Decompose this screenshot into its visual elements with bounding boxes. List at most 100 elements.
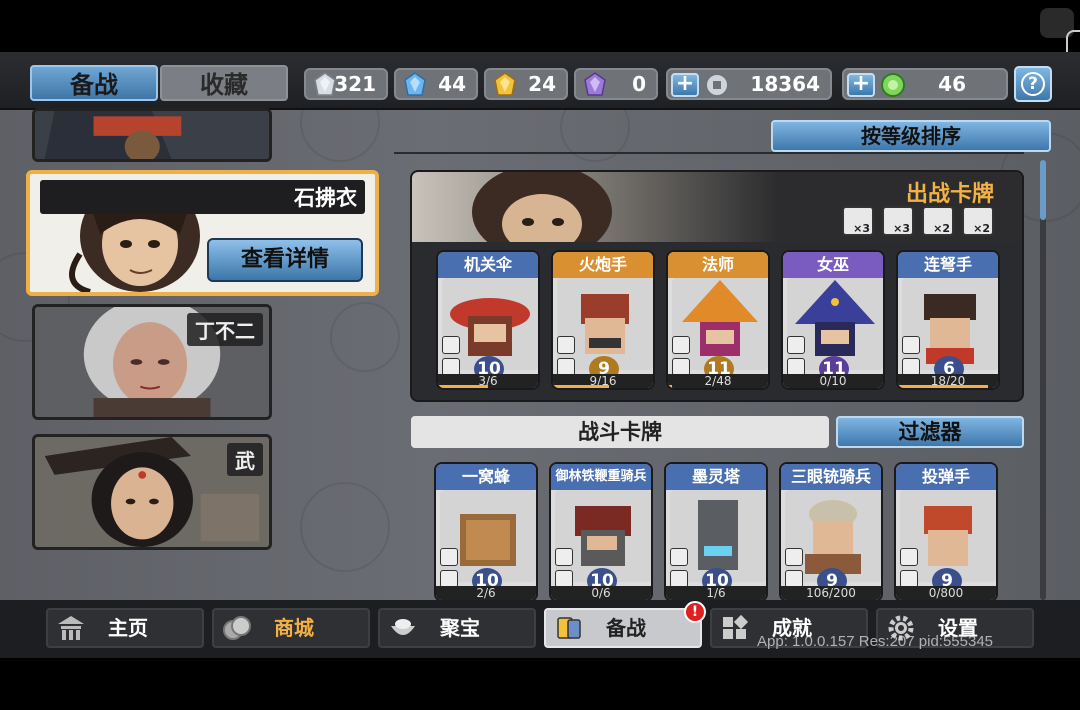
notification-badge: ! bbox=[684, 601, 706, 623]
coins-icon bbox=[223, 616, 251, 640]
resource-coins: + 18364 bbox=[666, 68, 832, 100]
battle-cards-header: 战斗卡牌 bbox=[411, 416, 829, 448]
add-coins-button[interactable]: + bbox=[671, 73, 699, 97]
gold-crystal-count: 24 bbox=[528, 72, 556, 96]
silver-crystal-count: 321 bbox=[334, 72, 376, 96]
purple-crystal-count: 0 bbox=[632, 72, 646, 96]
top-bar: 备战 收藏 321 44 24 0 + 18364 + 46 ? bbox=[0, 52, 1080, 110]
cost-badge: ×2 bbox=[922, 206, 954, 236]
blue-crystal-icon bbox=[404, 72, 426, 96]
card-progress: 1/6 bbox=[666, 586, 766, 600]
battle-card[interactable]: 三眼铳骑兵 9 106/200 bbox=[779, 462, 883, 602]
active-deck-panel: 出战卡牌 ×3 ×3 ×2 ×2 机关伞 10 3/6 火炮手 9 9/16 法… bbox=[410, 170, 1024, 402]
cost-badge: ×3 bbox=[842, 206, 874, 236]
deck-card[interactable]: 女巫 11 0/10 bbox=[781, 250, 885, 390]
hero-portrait bbox=[35, 111, 269, 159]
skill-icon bbox=[785, 548, 803, 566]
grid-icon bbox=[723, 614, 749, 639]
card-name: 女巫 bbox=[783, 252, 883, 278]
skill-icon bbox=[555, 548, 573, 566]
help-button[interactable]: ? bbox=[1014, 66, 1052, 102]
green-gem-icon bbox=[881, 73, 905, 97]
skill-icon bbox=[557, 336, 575, 354]
battle-card[interactable]: 御林铁鞭重骑兵 10 0/6 bbox=[549, 462, 653, 602]
filter-button[interactable]: 过滤器 bbox=[836, 416, 1024, 448]
card-name: 三眼铳骑兵 bbox=[781, 464, 881, 490]
card-progress-bar bbox=[553, 385, 609, 388]
battle-card[interactable]: 一窝蜂 10 2/6 bbox=[434, 462, 538, 602]
nav-shop[interactable]: 商城 bbox=[212, 608, 370, 648]
skill-icon bbox=[672, 336, 690, 354]
view-details-button[interactable]: 查看详情 bbox=[207, 238, 363, 282]
resource-silver-crystal: 321 bbox=[304, 68, 388, 100]
battle-card[interactable]: 投弹手 9 0/800 bbox=[894, 462, 998, 602]
resource-gems: + 46 bbox=[842, 68, 1008, 100]
hero-banner-art bbox=[472, 172, 612, 242]
nav-home[interactable]: 主页 bbox=[46, 608, 204, 648]
hero-card-selected[interactable]: 石拂衣 查看详情 bbox=[26, 170, 379, 296]
skill-icon bbox=[787, 336, 805, 354]
card-progress: 0/6 bbox=[551, 586, 651, 600]
card-progress: 2/6 bbox=[436, 586, 536, 600]
hero-card-partial[interactable] bbox=[32, 108, 272, 162]
active-deck-title: 出战卡牌 bbox=[905, 182, 994, 207]
skill-icon bbox=[902, 336, 920, 354]
treasure-bowl-icon bbox=[391, 619, 415, 635]
skill-icon bbox=[440, 548, 458, 566]
card-name: 法师 bbox=[668, 252, 768, 278]
nav-label: 商城 bbox=[274, 616, 314, 640]
cost-badge: ×2 bbox=[962, 206, 994, 236]
skill-icon bbox=[900, 548, 918, 566]
tab-prepare[interactable]: 备战 bbox=[30, 65, 158, 101]
deck-header: 出战卡牌 ×3 ×3 ×2 ×2 bbox=[412, 172, 1022, 242]
card-progress-bar bbox=[438, 385, 488, 388]
sort-by-level-button[interactable]: 按等级排序 bbox=[771, 120, 1051, 152]
gem-count: 46 bbox=[938, 72, 966, 96]
card-progress: 2/48 bbox=[668, 374, 768, 388]
deck-card[interactable]: 法师 11 2/48 bbox=[666, 250, 770, 390]
purple-crystal-icon bbox=[584, 72, 606, 96]
card-name: 一窝蜂 bbox=[436, 464, 536, 490]
help-icon: ? bbox=[1021, 72, 1045, 96]
coin-icon bbox=[705, 73, 729, 97]
hero-card[interactable]: 武 bbox=[32, 434, 272, 550]
card-name: 投弹手 bbox=[896, 464, 996, 490]
card-name: 连弩手 bbox=[898, 252, 998, 278]
add-gems-button[interactable]: + bbox=[847, 73, 875, 97]
card-name: 墨灵塔 bbox=[666, 464, 766, 490]
card-list-scrollbar[interactable] bbox=[1040, 160, 1046, 600]
deck-card[interactable]: 机关伞 10 3/6 bbox=[436, 250, 540, 390]
hero-card[interactable]: 丁不二 bbox=[32, 304, 272, 420]
resource-purple-crystal: 0 bbox=[574, 68, 658, 100]
blue-crystal-count: 44 bbox=[438, 72, 466, 96]
card-list-scroll-thumb[interactable] bbox=[1040, 160, 1046, 220]
card-progress-bar bbox=[898, 385, 988, 388]
version-info: App: 1.0.0.157 Res:207 pid:555345 bbox=[757, 633, 994, 650]
skill-icon bbox=[442, 336, 460, 354]
card-name: 机关伞 bbox=[438, 252, 538, 278]
temple-icon bbox=[58, 616, 84, 640]
card-progress-bar bbox=[668, 385, 672, 388]
resource-gold-crystal: 24 bbox=[484, 68, 568, 100]
card-progress: 106/200 bbox=[781, 586, 881, 600]
nav-label: 备战 bbox=[606, 616, 646, 640]
card-progress: 0/800 bbox=[896, 586, 996, 600]
tab-collection[interactable]: 收藏 bbox=[160, 65, 288, 101]
card-progress: 0/10 bbox=[783, 374, 883, 388]
card-name: 御林铁鞭重骑兵 bbox=[551, 464, 651, 490]
hero-name: 石拂衣 bbox=[40, 180, 365, 214]
nav-prepare[interactable]: 备战 bbox=[544, 608, 702, 648]
skill-icon bbox=[670, 548, 688, 566]
resource-blue-crystal: 44 bbox=[394, 68, 478, 100]
card-name: 火炮手 bbox=[553, 252, 653, 278]
nav-label: 主页 bbox=[108, 616, 148, 640]
cost-badge: ×3 bbox=[882, 206, 914, 236]
divider bbox=[394, 152, 1024, 154]
deck-card[interactable]: 火炮手 9 9/16 bbox=[551, 250, 655, 390]
cards-icon bbox=[557, 617, 581, 639]
deck-card[interactable]: 连弩手 6 18/20 bbox=[896, 250, 1000, 390]
battle-card[interactable]: 墨灵塔 10 1/6 bbox=[664, 462, 768, 602]
nav-label: 聚宝 bbox=[440, 616, 480, 640]
gold-crystal-icon bbox=[494, 72, 516, 96]
nav-treasure[interactable]: 聚宝 bbox=[378, 608, 536, 648]
